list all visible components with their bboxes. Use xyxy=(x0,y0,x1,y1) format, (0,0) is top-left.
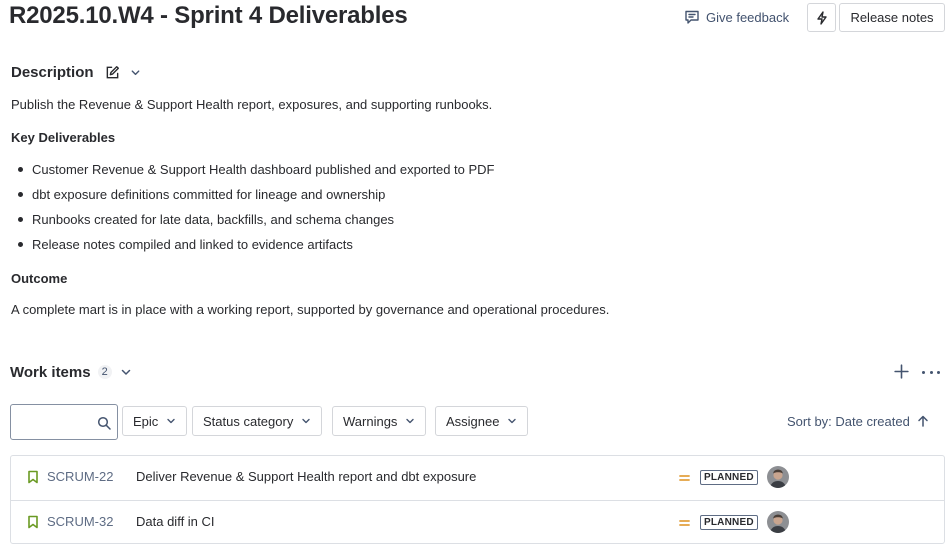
filter-warnings[interactable]: Warnings xyxy=(332,406,427,436)
chevron-down-icon xyxy=(302,418,311,424)
filter-status-category[interactable]: Status category xyxy=(192,406,323,436)
avatar[interactable] xyxy=(767,511,789,533)
outcome-text: A complete mart is in place with a worki… xyxy=(11,302,610,317)
bookmark-icon xyxy=(28,470,38,484)
filter-epic[interactable]: Epic xyxy=(122,406,188,436)
chevron-down-icon xyxy=(167,418,175,424)
status-badge[interactable]: PLANNED xyxy=(700,515,758,530)
work-items-heading: Work items xyxy=(10,363,91,381)
work-items-header: Work items 2 xyxy=(10,362,132,382)
sort-label: Sort by: Date created xyxy=(787,413,910,429)
bookmark-icon xyxy=(28,515,38,529)
search-field[interactable] xyxy=(10,404,118,440)
sort-button[interactable]: Sort by: Date created xyxy=(787,412,929,430)
table-row[interactable]: SCRUM-32 Data diff in CI PLANNED xyxy=(11,500,944,543)
search-icon xyxy=(97,416,111,430)
outcome-heading: Outcome xyxy=(11,271,68,286)
priority-medium-icon xyxy=(679,520,690,526)
edit-icon[interactable] xyxy=(105,65,120,80)
status-badge[interactable]: PLANNED xyxy=(700,470,758,485)
list-item: Customer Revenue & Support Health dashbo… xyxy=(18,162,495,177)
arrow-up-icon xyxy=(918,415,928,427)
chevron-down-icon[interactable] xyxy=(130,67,141,78)
list-item: dbt exposure definitions committed for l… xyxy=(18,187,385,202)
list-item: Runbooks created for late data, backfill… xyxy=(18,212,394,227)
work-item-key[interactable]: SCRUM-32 xyxy=(47,514,113,529)
key-deliverables-heading: Key Deliverables xyxy=(11,130,116,145)
avatar[interactable] xyxy=(767,466,789,488)
work-item-summary[interactable]: Deliver Revenue & Support Health report … xyxy=(136,469,476,484)
work-items-list: SCRUM-22 Deliver Revenue & Support Healt… xyxy=(10,455,945,544)
priority-medium-icon xyxy=(679,475,690,481)
give-feedback-label: Give feedback xyxy=(706,9,790,25)
lightning-icon xyxy=(816,10,827,25)
work-item-summary[interactable]: Data diff in CI xyxy=(136,514,215,529)
chevron-down-icon[interactable] xyxy=(120,366,132,378)
give-feedback-button[interactable]: Give feedback xyxy=(684,7,789,27)
chevron-down-icon xyxy=(406,418,415,424)
work-items-count: 2 xyxy=(97,365,112,379)
page-title: R2025.10.W4 - Sprint 4 Deliverables xyxy=(9,2,408,29)
description-intro: Publish the Revenue & Support Health rep… xyxy=(11,97,493,112)
description-header: Description xyxy=(11,62,141,82)
work-item-key[interactable]: SCRUM-22 xyxy=(47,469,113,484)
description-heading: Description xyxy=(11,63,94,81)
list-item: Release notes compiled and linked to evi… xyxy=(18,237,353,252)
more-icon[interactable] xyxy=(922,366,940,378)
table-row[interactable]: SCRUM-22 Deliver Revenue & Support Healt… xyxy=(11,456,944,499)
release-notes-button[interactable]: Release notes xyxy=(839,3,945,32)
chevron-down-icon xyxy=(508,418,517,424)
search-input[interactable] xyxy=(12,406,92,438)
plus-icon[interactable] xyxy=(893,363,910,380)
automation-button[interactable] xyxy=(807,3,836,32)
filter-assignee[interactable]: Assignee xyxy=(435,406,529,436)
feedback-icon xyxy=(685,10,699,24)
